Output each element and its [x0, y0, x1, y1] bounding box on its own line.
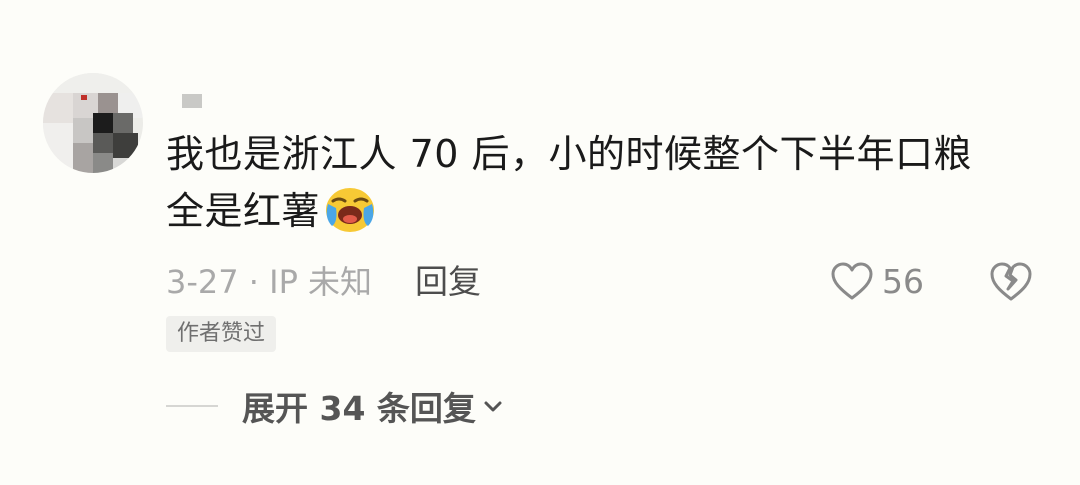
comment-text: 我也是浙江人 70 后，小的时候整个下半年口粮 全是红薯	[166, 126, 1046, 239]
divider-line	[166, 405, 218, 407]
comment-text-line2-text: 全是红薯	[166, 189, 321, 233]
chevron-down-icon	[484, 401, 502, 412]
like-count: 56	[882, 261, 924, 301]
comment-text-line2: 全是红薯	[166, 182, 1046, 239]
expand-replies-label: 展开 34 条回复	[242, 389, 476, 428]
avatar[interactable]	[43, 73, 143, 173]
heart-icon	[831, 262, 873, 300]
comment-text-line1: 我也是浙江人 70 后，小的时候整个下半年口粮	[166, 132, 973, 176]
username[interactable]	[182, 94, 202, 108]
reply-button[interactable]: 回复	[415, 260, 481, 304]
broken-heart-icon[interactable]	[989, 259, 1033, 303]
expand-replies-button[interactable]: 展开 34 条回复	[166, 384, 504, 428]
author-liked-badge: 作者赞过	[166, 316, 277, 352]
comment-card: 我也是浙江人 70 后，小的时候整个下半年口粮 全是红薯 3-27 · IP 未…	[0, 0, 1080, 485]
crying-laughing-emoji-icon	[326, 188, 375, 232]
like-button[interactable]: 56	[830, 256, 924, 306]
comment-meta: 3-27 · IP 未知	[166, 263, 373, 301]
